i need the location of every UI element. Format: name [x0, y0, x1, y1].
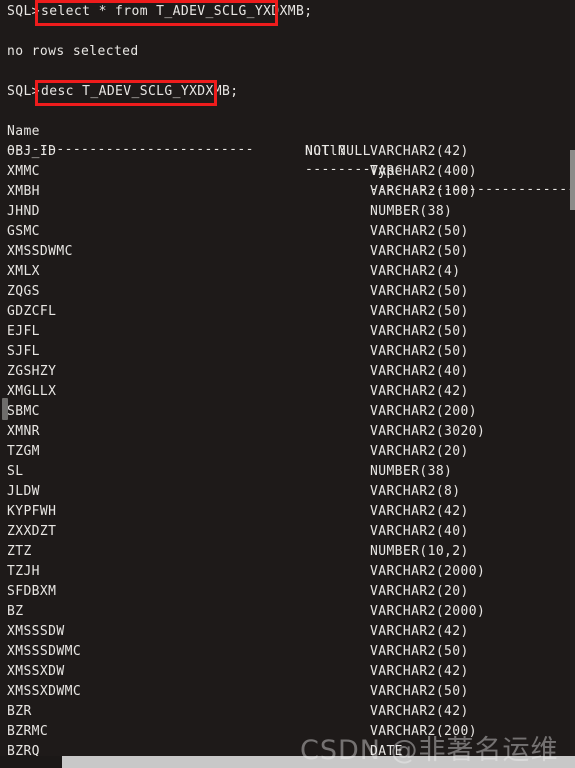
separator-null: --------: [305, 162, 371, 177]
vertical-scrollbar-thumb[interactable]: [570, 150, 575, 210]
cell-column-name: KYPFWH: [7, 504, 57, 519]
vertical-scrollbar-left-thumb[interactable]: [2, 398, 8, 420]
cell-datatype: VARCHAR2(200): [370, 724, 477, 739]
cell-datatype: VARCHAR2(50): [370, 284, 469, 299]
table-separator-row: ------------------------------ -------- …: [0, 120, 575, 197]
horizontal-scrollbar-thumb[interactable]: [0, 756, 62, 768]
cell-column-name: XMSSSDW: [7, 624, 65, 639]
cell-column-name: SFDBXM: [7, 584, 57, 599]
sql-prompt-2: SQL>: [7, 84, 40, 99]
cell-datatype: VARCHAR2(40): [370, 524, 469, 539]
cell-datatype: VARCHAR2(8): [370, 484, 461, 499]
cell-column-name: GSMC: [7, 224, 40, 239]
cell-datatype: VARCHAR2(50): [370, 324, 469, 339]
cell-datatype: VARCHAR2(2000): [370, 564, 486, 579]
cell-column-name: XMMC: [7, 164, 40, 179]
cell-column-name: XMSSSDWMC: [7, 644, 82, 659]
sql-prompt-1: SQL>: [7, 4, 40, 19]
cell-datatype: VARCHAR2(50): [370, 304, 469, 319]
cell-datatype: VARCHAR2(20): [370, 444, 469, 459]
cell-datatype: VARCHAR2(50): [370, 644, 469, 659]
cell-column-name: ZXXDZT: [7, 524, 57, 539]
cell-column-name: EJFL: [7, 324, 40, 339]
cell-column-name: ZTZ: [7, 544, 32, 559]
cell-column-name: ZGSHZY: [7, 364, 57, 379]
vertical-scrollbar-track[interactable]: [570, 0, 575, 768]
cell-column-name: GDZCFL: [7, 304, 57, 319]
sql-command-1[interactable]: select * from T_ADEV_SCLG_YXDXMB;: [41, 2, 312, 22]
cell-datatype: VARCHAR2(40): [370, 364, 469, 379]
cell-datatype: VARCHAR2(42): [370, 144, 469, 159]
cell-column-name: SL: [7, 464, 24, 479]
cell-datatype: VARCHAR2(50): [370, 684, 469, 699]
cell-column-name: JLDW: [7, 484, 40, 499]
cell-datatype: VARCHAR2(42): [370, 504, 469, 519]
cell-datatype: VARCHAR2(50): [370, 224, 469, 239]
cell-datatype: VARCHAR2(42): [370, 624, 469, 639]
cell-column-name: JHND: [7, 204, 40, 219]
cell-column-name: XMSSXDWMC: [7, 684, 82, 699]
query-result-message: no rows selected: [7, 44, 139, 59]
cell-column-name: SBMC: [7, 404, 40, 419]
cell-column-name: SJFL: [7, 344, 40, 359]
cell-column-name: BZR: [7, 704, 32, 719]
cell-datatype: VARCHAR2(4): [370, 264, 461, 279]
cell-column-name: XMLX: [7, 264, 40, 279]
cell-datatype: NUMBER(38): [370, 464, 453, 479]
cell-datatype: VARCHAR2(100): [370, 184, 477, 199]
cell-column-name: XMSSDWMC: [7, 244, 73, 259]
cell-datatype: VARCHAR2(42): [370, 704, 469, 719]
cell-column-name: XMSSXDW: [7, 664, 65, 679]
cell-column-name: ZQGS: [7, 284, 40, 299]
cell-datatype: VARCHAR2(20): [370, 584, 469, 599]
cell-column-name: TZJH: [7, 564, 40, 579]
cell-column-name: BZRMC: [7, 724, 49, 739]
terminal-output: SQL> select * from T_ADEV_SCLG_YXDXMB; n…: [0, 0, 575, 768]
cell-datatype: VARCHAR2(42): [370, 664, 469, 679]
cell-datatype: VARCHAR2(3020): [370, 424, 486, 439]
cell-datatype: NUMBER(10,2): [370, 544, 469, 559]
cell-nullable: NOT NULL: [305, 144, 371, 159]
cell-datatype: VARCHAR2(2000): [370, 604, 486, 619]
cell-datatype: NUMBER(38): [370, 204, 453, 219]
terminal-window: SQL> select * from T_ADEV_SCLG_YXDXMB; n…: [0, 0, 575, 768]
horizontal-scrollbar-track[interactable]: [0, 756, 575, 768]
cell-datatype: VARCHAR2(50): [370, 344, 469, 359]
cell-column-name: OBJ_ID: [7, 144, 57, 159]
cell-column-name: XMBH: [7, 184, 40, 199]
cell-datatype: VARCHAR2(400): [370, 164, 477, 179]
cell-column-name: XMNR: [7, 424, 40, 439]
cell-datatype: VARCHAR2(50): [370, 244, 469, 259]
cell-datatype: VARCHAR2(200): [370, 404, 477, 419]
sql-command-2[interactable]: desc T_ADEV_SCLG_YXDXMB;: [41, 82, 238, 102]
cell-column-name: BZ: [7, 604, 24, 619]
table-header-row: Name Null? Type: [0, 102, 403, 179]
cell-datatype: VARCHAR2(42): [370, 384, 469, 399]
cell-column-name: TZGM: [7, 444, 40, 459]
cell-column-name: XMGLLX: [7, 384, 57, 399]
